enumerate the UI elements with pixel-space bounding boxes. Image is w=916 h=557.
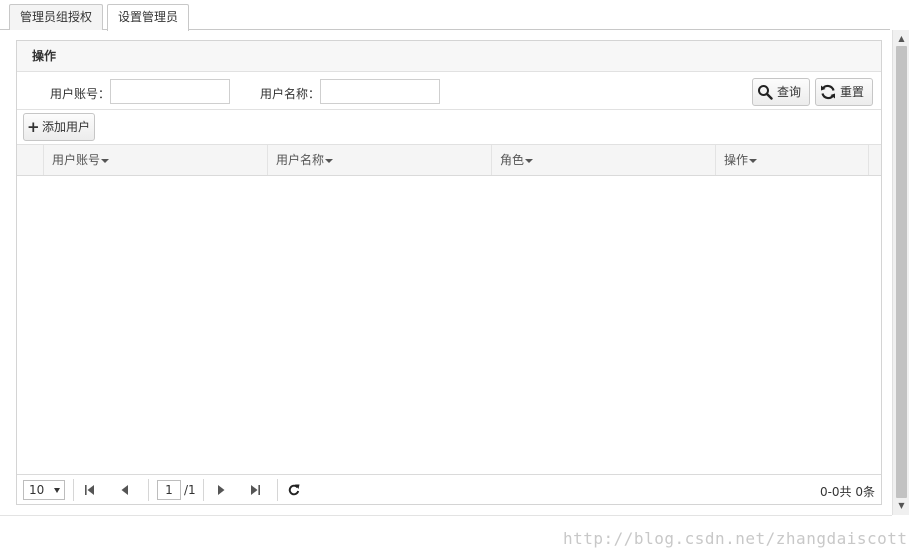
column-header-account[interactable]: 用户账号 — [43, 145, 267, 175]
column-header-filler — [868, 145, 881, 175]
prev-page-icon[interactable] — [116, 480, 134, 500]
column-header-actions[interactable]: 操作 — [715, 145, 868, 175]
pager-divider — [277, 479, 278, 501]
grid-header-checkbox-cell — [17, 145, 43, 175]
query-label: 查询 — [777, 85, 802, 99]
plus-icon: + — [27, 118, 40, 136]
chevron-down-icon — [54, 488, 60, 493]
tab-set-admin[interactable]: 设置管理员 — [107, 4, 189, 31]
column-header-label: 角色 — [500, 153, 525, 167]
search-icon — [758, 85, 773, 100]
name-input[interactable] — [320, 79, 440, 104]
scroll-up-icon[interactable]: ▲ — [893, 32, 910, 46]
page-scrollbar[interactable]: ▲ ▼ — [892, 30, 909, 515]
column-header-label: 用户名称 — [276, 153, 325, 167]
panel-title: 操作 — [17, 41, 881, 72]
page-bottom-border — [0, 515, 892, 516]
pager-divider — [148, 479, 149, 501]
grid-toolbar: + 添加用户 — [17, 111, 881, 145]
pager-divider — [73, 479, 74, 501]
tab-bar: 管理员组授权 设置管理员 — [0, 0, 890, 31]
grid-header: 用户账号 用户名称 角色 操作 — [17, 145, 881, 176]
query-button[interactable]: 查询 — [752, 78, 810, 106]
sort-caret-icon — [325, 158, 334, 163]
pagination-bar: 10 1 /1 0-0共 0条 — [17, 474, 881, 504]
sort-caret-icon — [749, 158, 758, 163]
page-number-input[interactable]: 1 — [157, 480, 181, 500]
page-size-value: 10 — [29, 483, 45, 497]
tab-admin-group-auth[interactable]: 管理员组授权 — [9, 4, 103, 30]
total-pages: /1 — [184, 483, 196, 497]
column-header-name[interactable]: 用户名称 — [267, 145, 491, 175]
refresh-icon[interactable] — [285, 480, 303, 500]
search-form: 用户账号： 用户名称： 查询 重置 — [17, 73, 881, 110]
grid-body-empty — [17, 176, 881, 474]
refresh-icon — [821, 84, 835, 100]
add-user-button[interactable]: + 添加用户 — [23, 113, 95, 141]
sort-caret-icon — [101, 158, 110, 163]
watermark-text: http://blog.csdn.net/zhangdaiscott — [563, 529, 908, 548]
scroll-down-icon[interactable]: ▼ — [893, 499, 910, 513]
first-page-icon[interactable] — [81, 480, 99, 500]
add-user-label: 添加用户 — [42, 120, 91, 134]
column-header-role[interactable]: 角色 — [491, 145, 715, 175]
sort-caret-icon — [525, 158, 534, 163]
next-page-icon[interactable] — [212, 480, 230, 500]
page-size-select[interactable]: 10 — [23, 480, 65, 500]
reset-button[interactable]: 重置 — [815, 78, 873, 106]
account-input[interactable] — [110, 79, 230, 104]
account-label: 用户账号： — [50, 87, 111, 101]
scrollbar-thumb[interactable] — [896, 46, 907, 498]
name-label: 用户名称： — [260, 87, 321, 101]
column-header-label: 用户账号 — [52, 153, 101, 167]
main-panel: 操作 用户账号： 用户名称： 查询 重置 + 添加用户 用户账号 用户名称 角色… — [16, 40, 882, 505]
pager-divider — [203, 479, 204, 501]
reset-label: 重置 — [840, 85, 865, 99]
column-header-label: 操作 — [724, 153, 749, 167]
last-page-icon[interactable] — [246, 480, 264, 500]
record-count: 0-0共 0条 — [819, 485, 875, 499]
